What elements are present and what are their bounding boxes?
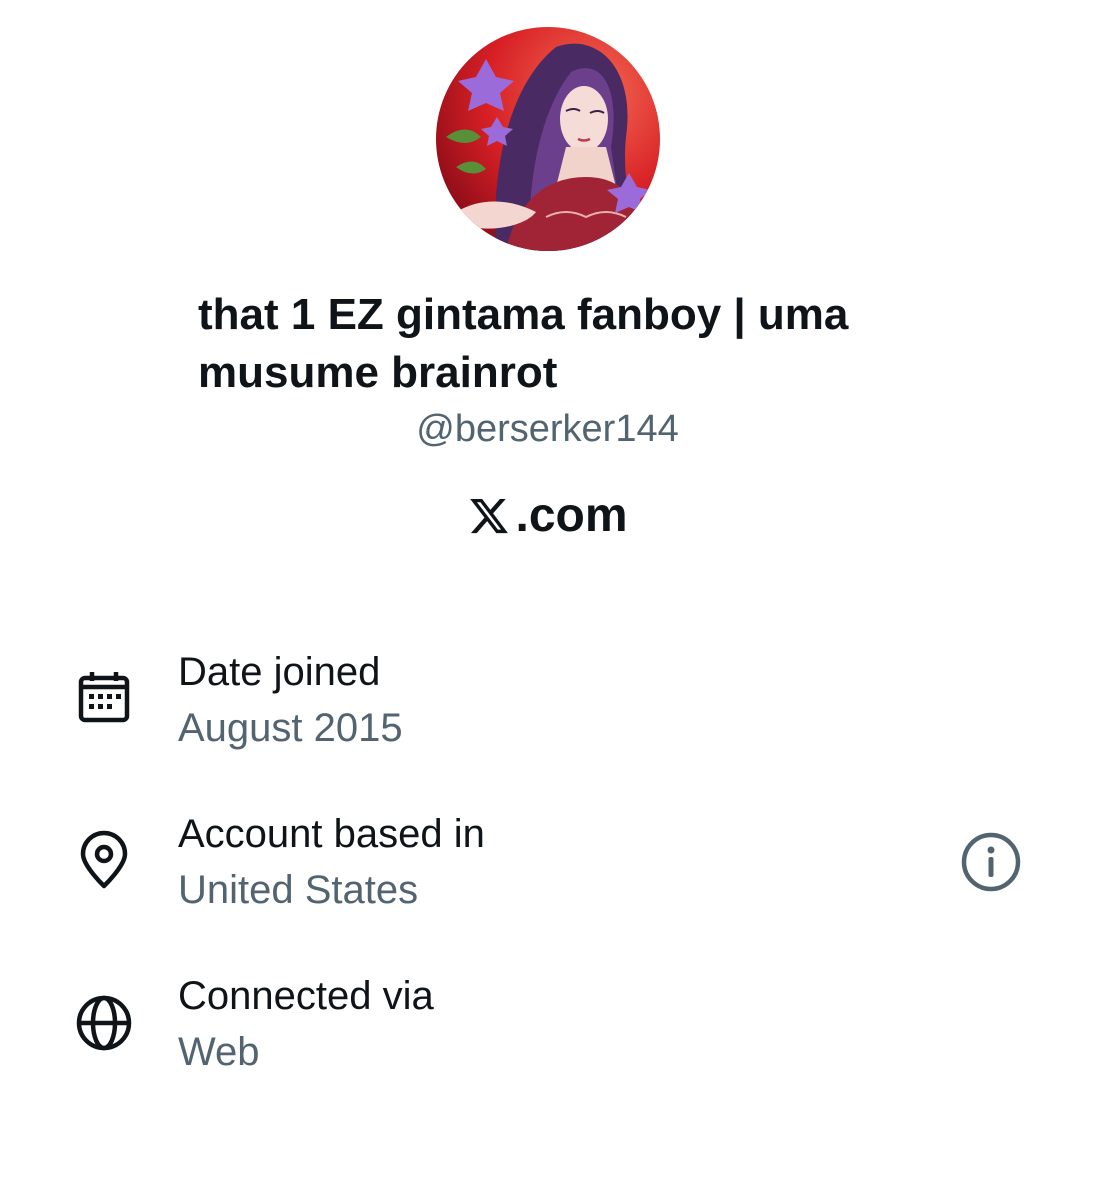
site-logo-text: .com bbox=[515, 489, 628, 542]
date-joined-value: August 2015 bbox=[178, 706, 403, 750]
account-based-in-value: United States bbox=[178, 868, 419, 912]
connected-via-label: Connected via bbox=[178, 974, 434, 1018]
globe-icon bbox=[76, 995, 132, 1051]
user-handle: @berserker144 bbox=[416, 408, 679, 450]
x-logo-icon bbox=[470, 498, 509, 534]
location-pin-icon bbox=[80, 830, 128, 889]
account-based-in-row: Account based in United States bbox=[0, 808, 1095, 928]
site-logo: .com bbox=[0, 486, 1095, 546]
display-name: that 1 EZ gintama fanboy | uma musume br… bbox=[198, 290, 849, 397]
avatar-image bbox=[436, 27, 660, 251]
info-button[interactable] bbox=[960, 831, 1022, 893]
connected-via-row: Connected via Web bbox=[0, 970, 1095, 1090]
calendar-icon bbox=[78, 672, 130, 723]
account-based-in-label: Account based in bbox=[178, 812, 485, 856]
info-icon bbox=[961, 832, 1021, 892]
connected-via-value: Web bbox=[178, 1030, 260, 1074]
profile-avatar[interactable] bbox=[436, 27, 660, 251]
date-joined-row: Date joined August 2015 bbox=[0, 646, 1095, 766]
date-joined-label: Date joined bbox=[178, 650, 381, 694]
